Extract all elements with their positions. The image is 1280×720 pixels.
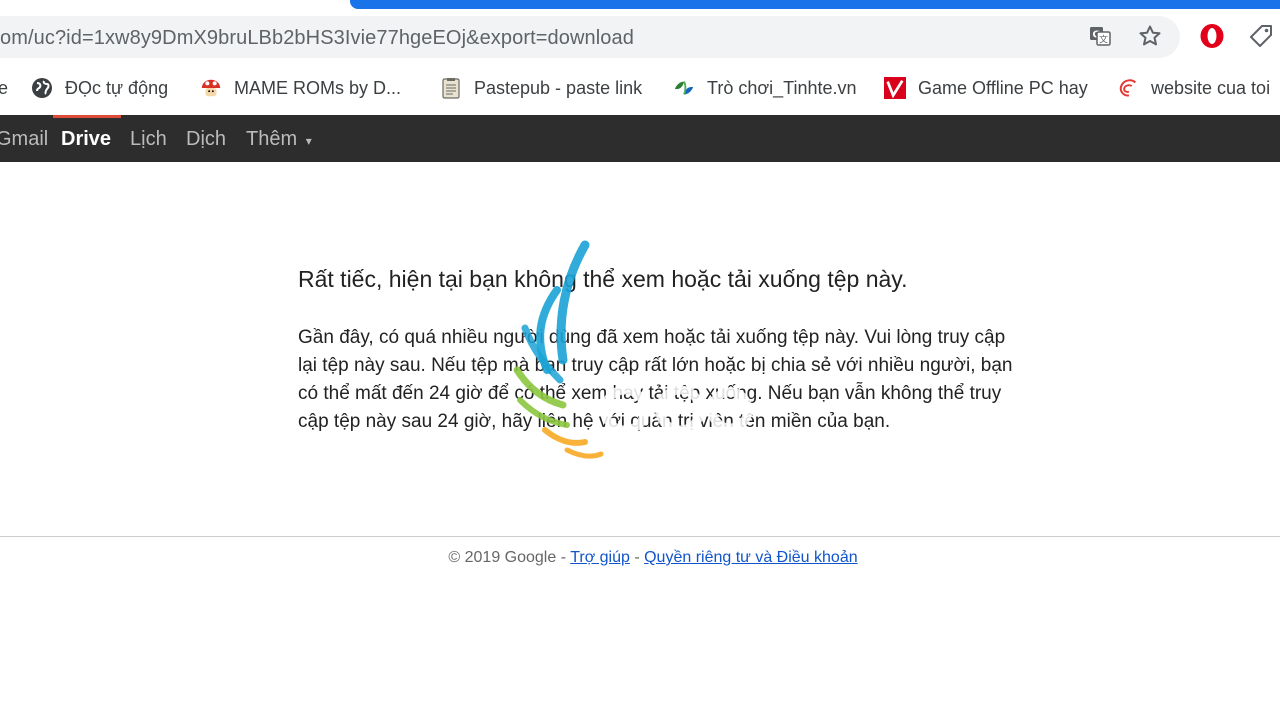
opera-icon[interactable] [1199, 23, 1225, 49]
bookmark-label: ĐỌc tự động [65, 77, 169, 98]
gbar-more[interactable]: Thêm ▾ [246, 128, 312, 151]
address-bar[interactable]: om/uc?id=1xw8y9DmX9bruLBb2bHS3Ivie77hgeE… [0, 16, 1180, 58]
bookmark-truncated[interactable]: e [0, 75, 8, 101]
help-link[interactable]: Trợ giúp [570, 549, 630, 566]
copyright-text: © 2019 Google - [448, 549, 571, 566]
bookmark-label: MAME ROMs by D... [234, 77, 402, 98]
bookmark-label: e [0, 77, 9, 98]
bookmark-pastepub[interactable]: Pastepub - paste link [440, 75, 642, 101]
gbar-translate[interactable]: Dịch [186, 128, 226, 151]
url-text[interactable]: om/uc?id=1xw8y9DmX9bruLBb2bHS3Ivie77hgeE… [0, 27, 634, 50]
document-icon [440, 77, 462, 99]
privacy-terms-link[interactable]: Quyền riêng tư và Điều khoản [644, 549, 858, 566]
svg-text:文: 文 [1099, 34, 1108, 46]
google-bar: Gmail Drive Lịch Dịch Thêm ▾ [0, 115, 1280, 162]
leaf-icon [673, 77, 695, 99]
bookmark-label: website cua toi [1151, 77, 1271, 98]
gbar-more-label: Thêm [246, 128, 298, 150]
gbar-calendar[interactable]: Lịch [130, 128, 167, 151]
footer-divider [0, 536, 1280, 537]
bookmarks-bar: e ĐỌc tự động MAME ROMs by D... Pastepub… [0, 65, 1280, 111]
globe-icon [31, 77, 53, 99]
bookmark-label: Pastepub - paste link [474, 77, 643, 98]
chevron-down-icon: ▾ [305, 134, 312, 148]
error-title: Rất tiếc, hiện tại bạn không thể xem hoặ… [298, 266, 908, 292]
bookmark-doc-tu-dong[interactable]: ĐỌc tự động [31, 75, 168, 101]
mushroom-icon [200, 77, 222, 99]
gbar-gmail[interactable]: Gmail [0, 128, 48, 151]
bookmark-website-cua-toi[interactable]: website cua toi [1117, 75, 1270, 101]
footer-separator: - [629, 549, 645, 566]
bookmark-label: Trò chơi_Tinhte.vn [707, 77, 857, 98]
active-tab-edge [350, 0, 1280, 9]
bookmark-tinhte[interactable]: Trò chơi_Tinhte.vn [673, 75, 857, 101]
swirl-icon [1117, 77, 1139, 99]
gbar-drive[interactable]: Drive [61, 128, 111, 151]
bookmark-game-offline[interactable]: Game Offline PC hay [884, 75, 1088, 101]
footer: © 2019 Google - Trợ giúp - Quyền riêng t… [0, 549, 1280, 567]
star-icon[interactable] [1137, 23, 1163, 49]
translate-icon[interactable]: G文 [1087, 23, 1113, 49]
active-tab-indicator [53, 115, 121, 118]
browser-toolbar: om/uc?id=1xw8y9DmX9bruLBb2bHS3Ivie77hgeE… [0, 9, 1280, 65]
bookmark-label: Game Offline PC hay [918, 77, 1088, 98]
bookmark-mame-roms[interactable]: MAME ROMs by D... [200, 75, 401, 101]
v-logo-icon [884, 77, 906, 99]
error-description: Gần đây, có quá nhiều người dùng đã xem … [298, 327, 1013, 432]
tag-icon[interactable] [1248, 23, 1274, 49]
